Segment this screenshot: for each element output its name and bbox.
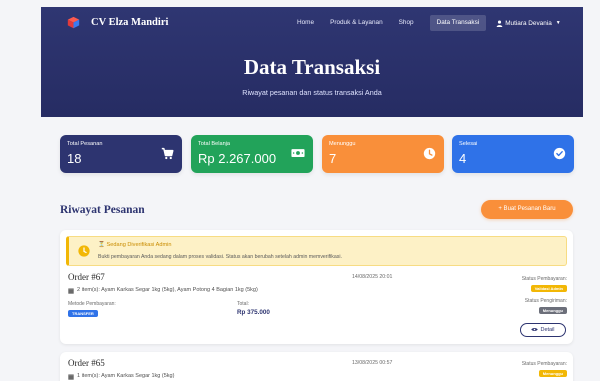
brand-name: CV Elza Mandiri — [91, 17, 169, 28]
payment-method-badge: TRANSFER — [68, 310, 98, 317]
order-card: ⏳ Sedang Diverifikasi Admin Bukti pembay… — [60, 230, 573, 344]
order-items: 2 item(s): Ayam Karkas Segar 1kg (5kg), … — [68, 287, 258, 294]
nav-home[interactable]: Home — [297, 15, 314, 31]
stat-label: Total Belanja — [198, 141, 231, 147]
check-circle-icon — [553, 147, 566, 160]
stat-menunggu: Menunggu 7 — [322, 135, 444, 173]
stat-total-belanja: Total Belanja Rp 2.267.000 — [191, 135, 313, 173]
stat-value: 4 — [459, 151, 467, 166]
payment-status-badge: Menunggu — [538, 370, 567, 377]
stat-value: 18 — [67, 151, 82, 166]
hourglass-icon: ⏳ — [98, 242, 107, 248]
stat-total-pesanan: Total Pesanan 18 — [60, 135, 182, 173]
payment-status-badge: Validasi Admin — [530, 285, 567, 292]
alert-text: Bukti pembayaran Anda sedang dalam prose… — [98, 254, 342, 260]
box-icon — [68, 373, 74, 380]
stat-label: Menunggu — [329, 141, 356, 147]
page-title: Data Transaksi — [243, 55, 381, 79]
nav-produk-layanan[interactable]: Produk & Layanan — [330, 15, 383, 31]
cube-logo-icon — [67, 16, 80, 29]
user-menu[interactable]: Mutiara Devania ▼ — [496, 20, 561, 27]
shipping-status-label: Status Pengiriman: — [524, 298, 567, 304]
nav-shop[interactable]: Shop — [399, 15, 414, 31]
total-label: Total: — [237, 301, 249, 307]
payment-method-label: Metode Pembayaran: — [68, 301, 116, 307]
nav-links: Home Produk & Layanan Shop Data Transaks… — [297, 15, 561, 31]
page: CV Elza Mandiri Home Produk & Layanan Sh… — [0, 0, 600, 381]
nav-data-transaksi[interactable]: Data Transaksi — [429, 15, 487, 31]
clock-icon — [423, 147, 436, 160]
stat-value: Rp 2.267.000 — [198, 151, 277, 166]
cash-icon — [291, 149, 305, 157]
section-title: Riwayat Pesanan — [60, 204, 145, 216]
order-items: 1 item(s): Ayam Karkas Segar 1kg (5kg) — [68, 373, 174, 380]
order-card: Order #65 13/08/2025 00:57 Status Pembay… — [60, 352, 573, 381]
navbar: CV Elza Mandiri Home Produk & Layanan Sh… — [41, 7, 583, 39]
verification-alert: ⏳ Sedang Diverifikasi Admin Bukti pembay… — [66, 236, 567, 266]
brand[interactable]: CV Elza Mandiri — [67, 16, 168, 29]
eye-icon — [531, 328, 539, 331]
order-date: 13/08/2025 00:57 — [352, 360, 393, 366]
stat-value: 7 — [329, 151, 337, 166]
hero-header: CV Elza Mandiri Home Produk & Layanan Sh… — [41, 7, 583, 117]
stat-selesai: Selesai 4 — [452, 135, 574, 173]
stat-label: Selesai — [459, 141, 478, 147]
box-icon — [68, 287, 74, 294]
alert-title: ⏳ Sedang Diverifikasi Admin — [98, 242, 172, 249]
clock-icon — [78, 245, 90, 257]
order-items-text: 2 item(s): Ayam Karkas Segar 1kg (5kg), … — [77, 287, 258, 293]
order-id: Order #67 — [68, 272, 105, 282]
order-items-text: 1 item(s): Ayam Karkas Segar 1kg (5kg) — [77, 373, 175, 379]
shipping-status-badge: Menunggu — [538, 307, 567, 314]
payment-status-label: Status Pembayaran: — [521, 361, 567, 367]
page-subtitle: Riwayat pesanan dan status transaksi And… — [242, 88, 382, 97]
cart-icon — [161, 147, 174, 160]
stat-label: Total Pesanan — [67, 141, 103, 147]
chevron-down-icon: ▼ — [555, 20, 561, 26]
user-name: Mutiara Devania — [505, 19, 552, 27]
order-date: 14/08/2025 20:01 — [352, 274, 393, 280]
new-order-button[interactable]: + Buat Pesanan Baru — [481, 200, 573, 219]
order-total: Rp 375.000 — [237, 309, 270, 316]
detail-button[interactable]: Detail — [520, 323, 566, 337]
alert-title-text: Sedang Diverifikasi Admin — [106, 242, 172, 248]
payment-status-label: Status Pembayaran: — [521, 276, 567, 282]
detail-label: Detail — [540, 327, 555, 333]
user-icon — [496, 20, 503, 27]
order-id: Order #65 — [68, 358, 105, 368]
